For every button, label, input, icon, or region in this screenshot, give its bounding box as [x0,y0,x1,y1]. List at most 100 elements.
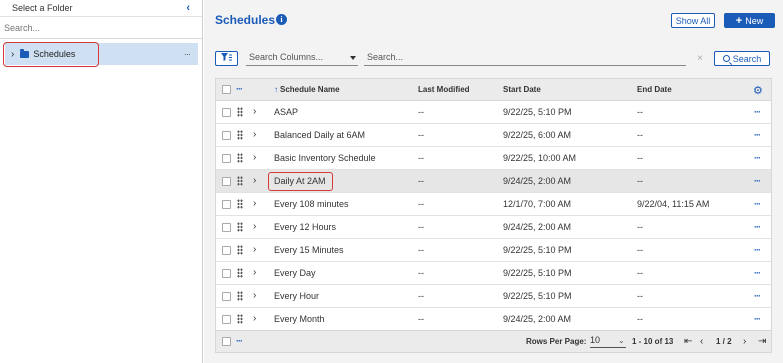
search-button[interactable]: Search [714,51,770,66]
expand-row-icon[interactable]: › [253,152,256,163]
drag-handle-icon[interactable] [237,130,243,140]
column-header-start-date[interactable]: Start Date [503,85,541,94]
cell-last-modified: -- [418,153,424,163]
row-more-icon[interactable]: ··· [754,291,761,301]
cell-end-date: -- [637,107,643,117]
table-row[interactable]: › Every Day -- 9/22/25, 5:10 PM -- ··· [216,262,771,285]
table-row[interactable]: › Every 108 minutes -- 12/1/70, 7:00 AM 9/22… [216,193,771,216]
last-page-icon[interactable]: ⇥ [758,336,766,347]
cell-end-date: -- [637,245,643,255]
cell-name[interactable]: ASAP [274,107,298,117]
header-more-icon[interactable]: ··· [236,84,243,94]
cell-last-modified: -- [418,130,424,140]
row-more-icon[interactable]: ··· [754,130,761,140]
row-checkbox[interactable] [222,131,231,140]
row-checkbox[interactable] [222,154,231,163]
row-checkbox[interactable] [222,315,231,324]
drag-handle-icon[interactable] [237,176,243,186]
cell-name[interactable]: Every 15 Minutes [274,245,344,255]
table-row[interactable]: › Every 15 Minutes -- 9/22/25, 5:10 PM -- ··· [216,239,771,262]
row-more-icon[interactable]: ··· [754,199,761,209]
row-more-icon[interactable]: ··· [754,222,761,232]
row-more-icon[interactable]: ··· [754,314,761,324]
cell-name[interactable]: Balanced Daily at 6AM [274,130,365,140]
table-row[interactable]: › Every Month -- 9/24/25, 2:00 AM -- ··· [216,308,771,331]
drag-handle-icon[interactable] [237,107,243,117]
row-more-icon[interactable]: ··· [754,176,761,186]
info-icon[interactable]: i [276,14,287,25]
table-row[interactable]: › Every Hour -- 9/22/25, 5:10 PM -- ··· [216,285,771,308]
expand-row-icon[interactable]: › [253,313,256,324]
cell-name[interactable]: Every 12 Hours [274,222,336,232]
table-row[interactable]: › Basic Inventory Schedule -- 9/22/25, 10:0… [216,147,771,170]
cell-start-date: 9/22/25, 5:10 PM [503,245,572,255]
footer-more-icon[interactable]: ··· [236,336,243,346]
cell-name[interactable]: Every Month [274,314,325,324]
cell-last-modified: -- [418,222,424,232]
footer-checkbox[interactable] [222,337,231,346]
column-header-name[interactable]: ↑ Schedule Name [274,85,340,94]
cell-start-date: 9/22/25, 5:10 PM [503,107,572,117]
expand-row-icon[interactable]: › [253,129,256,140]
expand-row-icon[interactable]: › [253,244,256,255]
expand-row-icon[interactable]: › [253,106,256,117]
cell-name[interactable]: Every 108 minutes [274,199,349,209]
drag-handle-icon[interactable] [237,291,243,301]
cell-end-date: -- [637,176,643,186]
row-checkbox[interactable] [222,200,231,209]
expand-row-icon[interactable]: › [253,198,256,209]
cell-end-date: -- [637,130,643,140]
more-icon[interactable]: ··· [184,49,191,59]
column-header-last-modified[interactable]: Last Modified [418,85,470,94]
row-checkbox[interactable] [222,177,231,186]
column-header-end-date[interactable]: End Date [637,85,672,94]
chevron-left-icon[interactable]: ‹ [186,2,190,14]
search-columns-select[interactable]: Search Columns... [246,52,358,66]
row-checkbox[interactable] [222,246,231,255]
select-all-checkbox[interactable] [222,85,231,94]
cell-name[interactable]: Basic Inventory Schedule [274,153,376,163]
drag-handle-icon[interactable] [237,245,243,255]
drag-handle-icon[interactable] [237,268,243,278]
drag-handle-icon[interactable] [237,222,243,232]
folder-search-input[interactable] [4,22,198,33]
table-row[interactable]: › Every 12 Hours -- 9/24/25, 2:00 AM -- ··· [216,216,771,239]
cell-name[interactable]: Every Hour [274,291,319,301]
drag-handle-icon[interactable] [237,153,243,163]
clear-search-icon[interactable]: × [697,53,703,64]
chevron-down-icon[interactable]: ⌄ [618,336,625,345]
cell-last-modified: -- [418,176,424,186]
drag-handle-icon[interactable] [237,314,243,324]
folder-panel-title: Select a Folder [12,3,73,13]
row-checkbox[interactable] [222,108,231,117]
search-input[interactable]: Search... [364,52,686,66]
cell-end-date: -- [637,291,643,301]
column-header-name-label: Schedule Name [280,85,340,94]
gear-icon[interactable]: ⚙ [753,84,763,97]
filter-toggle-button[interactable] [215,51,238,66]
prev-page-icon[interactable]: ‹ [700,336,703,347]
row-more-icon[interactable]: ··· [754,153,761,163]
row-checkbox[interactable] [222,292,231,301]
drag-handle-icon[interactable] [237,199,243,209]
table-row[interactable]: › Balanced Daily at 6AM -- 9/22/25, 6:00 AM… [216,124,771,147]
expand-row-icon[interactable]: › [253,175,256,186]
expand-row-icon[interactable]: › [253,267,256,278]
show-all-button[interactable]: Show All [671,13,715,28]
table-row[interactable]: › ASAP -- 9/22/25, 5:10 PM -- ··· [216,101,771,124]
expand-row-icon[interactable]: › [253,290,256,301]
caret-down-icon[interactable] [350,56,356,60]
first-page-icon[interactable]: ⇤ [684,336,692,347]
row-more-icon[interactable]: ··· [754,245,761,255]
row-more-icon[interactable]: ··· [754,107,761,117]
new-button[interactable]: + New [724,13,775,28]
table-row[interactable]: › Daily At 2AM -- 9/24/25, 2:00 AM -- ··· [216,170,771,193]
expand-row-icon[interactable]: › [253,221,256,232]
folder-search [0,17,202,39]
row-checkbox[interactable] [222,269,231,278]
row-checkbox[interactable] [222,223,231,232]
next-page-icon[interactable]: › [743,336,746,347]
sort-ascending-icon: ↑ [274,85,278,94]
cell-name[interactable]: Every Day [274,268,316,278]
row-more-icon[interactable]: ··· [754,268,761,278]
